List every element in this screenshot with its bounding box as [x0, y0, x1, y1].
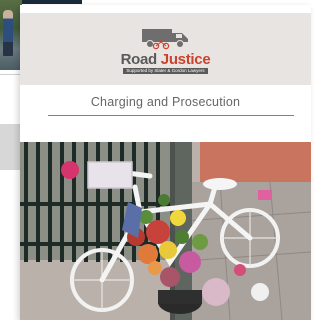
background-photo-thumbnail[interactable] — [0, 0, 22, 70]
background-panel — [0, 124, 22, 170]
logo-tagline: Supported by Slater & Gordon Lawyers — [123, 67, 208, 74]
road-justice-logo[interactable]: Road Justice Supported by Slater & Gordo… — [121, 25, 211, 74]
person-figure — [3, 10, 13, 56]
truck-icon — [142, 28, 189, 49]
logo-wordmark: Road Justice — [121, 52, 211, 67]
logo-road-text: Road — [120, 50, 158, 68]
logo-justice-text: Justice — [160, 50, 211, 68]
card-header: Road Justice Supported by Slater & Gordo… — [20, 13, 311, 85]
article-card[interactable]: Road Justice Supported by Slater & Gordo… — [20, 5, 311, 320]
ghost-bike-photo[interactable] — [20, 142, 311, 320]
background-top-bar — [22, 0, 82, 4]
section-title[interactable]: Charging and Prosecution — [20, 95, 311, 109]
accent-underline — [48, 115, 294, 116]
ghost-bike-image — [20, 142, 311, 320]
divider — [0, 74, 22, 75]
